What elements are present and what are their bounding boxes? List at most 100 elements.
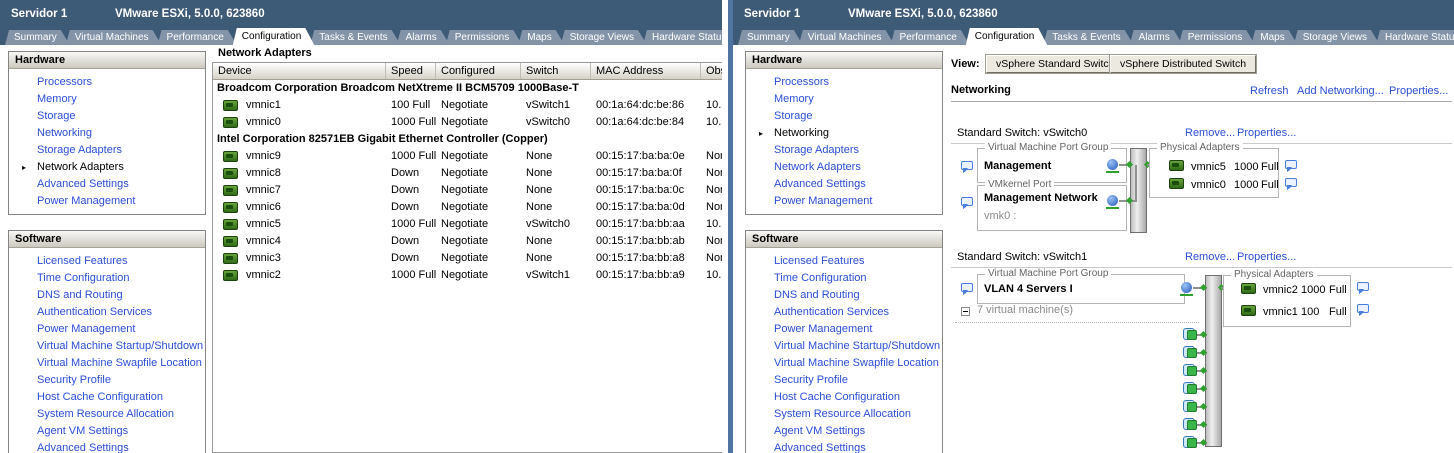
sidebar-item-power-management-sw[interactable]: Power Management <box>746 321 942 338</box>
refresh-link[interactable]: Refresh <box>1250 85 1289 97</box>
col-observed[interactable]: Observ... <box>701 63 722 79</box>
note-bubble-icon[interactable] <box>1285 160 1297 172</box>
properties-link[interactable]: Properties... <box>1389 85 1448 97</box>
sidebar-item-network-adapters[interactable]: Network Adapters <box>746 159 942 176</box>
tab-virtual-machines[interactable]: Virtual Machines <box>66 30 162 45</box>
sidebar-item-storage[interactable]: Storage <box>746 108 942 125</box>
col-device[interactable]: Device <box>213 63 386 79</box>
sidebar-item-advanced-settings-sw[interactable]: Advanced Settings <box>746 440 942 453</box>
sidebar-item-licensed-features[interactable]: Licensed Features <box>9 253 205 270</box>
sidebar-item-storage[interactable]: Storage <box>9 108 205 125</box>
sidebar-item-network-adapters[interactable]: ▸ Network Adapters <box>9 159 205 176</box>
tab-summary[interactable]: Summary <box>738 30 803 45</box>
port-group-name[interactable]: VLAN 4 Servers I <box>984 283 1073 295</box>
sidebar-item-memory[interactable]: Memory <box>9 91 205 108</box>
tab-performance[interactable]: Performance <box>891 30 970 45</box>
tab-configuration[interactable]: Configuration <box>966 28 1047 45</box>
sidebar-item-power-management-sw[interactable]: Power Management <box>9 321 205 338</box>
sidebar-item-dns-and-routing[interactable]: DNS and Routing <box>746 287 942 304</box>
port-group-name[interactable]: Management <box>984 160 1051 172</box>
sidebar-item-advanced-settings-sw[interactable]: Advanced Settings <box>9 440 205 453</box>
sidebar-item-system-resource-allocation[interactable]: System Resource Allocation <box>9 406 205 423</box>
tab-storage-views[interactable]: Storage Views <box>1294 30 1380 45</box>
note-bubble-icon[interactable] <box>1357 282 1369 294</box>
virtual-machine-icon[interactable] <box>1183 418 1197 430</box>
sidebar-item-security-profile[interactable]: Security Profile <box>9 372 205 389</box>
table-row[interactable]: vmnic7 Down Negotiate None 00:15:17:ba:b… <box>213 182 722 199</box>
tab-alarms[interactable]: Alarms <box>1130 30 1183 45</box>
tab-virtual-machines[interactable]: Virtual Machines <box>799 30 895 45</box>
tab-maps[interactable]: Maps <box>1251 30 1297 45</box>
virtual-machine-icon[interactable] <box>1183 400 1197 412</box>
tab-hardware-status[interactable]: Hardware Status <box>1376 30 1454 45</box>
sidebar-item-authentication-services[interactable]: Authentication Services <box>9 304 205 321</box>
sidebar-item-power-management[interactable]: Power Management <box>746 193 942 210</box>
table-row[interactable]: vmnic1 100 Full Negotiate vSwitch1 00:1a… <box>213 97 722 114</box>
sidebar-item-time-configuration[interactable]: Time Configuration <box>9 270 205 287</box>
col-mac[interactable]: MAC Address <box>591 63 701 79</box>
sidebar-item-vm-swapfile-location[interactable]: Virtual Machine Swapfile Location <box>746 355 942 372</box>
sidebar-item-networking[interactable]: Networking <box>9 125 205 142</box>
sidebar-item-agent-vm-settings[interactable]: Agent VM Settings <box>9 423 205 440</box>
adapter-name[interactable]: vmnic2 <box>1263 284 1298 296</box>
tab-hardware-status[interactable]: Hardware Status <box>643 30 722 45</box>
adapter-name[interactable]: vmnic1 <box>1263 306 1298 318</box>
tab-storage-views[interactable]: Storage Views <box>561 30 647 45</box>
virtual-machine-icon[interactable] <box>1183 346 1197 358</box>
tab-maps[interactable]: Maps <box>518 30 564 45</box>
sidebar-item-agent-vm-settings[interactable]: Agent VM Settings <box>746 423 942 440</box>
tab-alarms[interactable]: Alarms <box>397 30 450 45</box>
collapse-vm-list-toggle[interactable] <box>961 307 970 316</box>
virtual-machine-icon[interactable] <box>1183 328 1197 340</box>
col-configured[interactable]: Configured <box>436 63 521 79</box>
sidebar-item-dns-and-routing[interactable]: DNS and Routing <box>9 287 205 304</box>
virtual-machine-icon[interactable] <box>1183 382 1197 394</box>
vswitch1-properties-link[interactable]: Properties... <box>1237 251 1296 263</box>
sidebar-item-advanced-settings[interactable]: Advanced Settings <box>746 176 942 193</box>
sidebar-item-vm-startup-shutdown[interactable]: Virtual Machine Startup/Shutdown <box>9 338 205 355</box>
tab-tasks-events[interactable]: Tasks & Events <box>1043 30 1133 45</box>
note-bubble-icon[interactable] <box>961 283 973 295</box>
sidebar-item-storage-adapters[interactable]: Storage Adapters <box>9 142 205 159</box>
sidebar-item-processors[interactable]: Processors <box>746 74 942 91</box>
tab-permissions[interactable]: Permissions <box>1179 30 1255 45</box>
col-switch[interactable]: Switch <box>521 63 591 79</box>
vswitch1-remove-link[interactable]: Remove... <box>1185 251 1235 263</box>
view-standard-switch-button[interactable]: vSphere Standard Switch <box>986 55 1125 73</box>
adapter-name[interactable]: vmnic0 <box>1191 179 1226 191</box>
sidebar-item-security-profile[interactable]: Security Profile <box>746 372 942 389</box>
sidebar-item-memory[interactable]: Memory <box>746 91 942 108</box>
note-bubble-icon[interactable] <box>961 197 973 209</box>
tab-permissions[interactable]: Permissions <box>446 30 522 45</box>
adapter-name[interactable]: vmnic5 <box>1191 161 1226 173</box>
vswitch0-properties-link[interactable]: Properties... <box>1237 127 1296 139</box>
sidebar-item-power-management[interactable]: Power Management <box>9 193 205 210</box>
sidebar-item-authentication-services[interactable]: Authentication Services <box>746 304 942 321</box>
sidebar-item-licensed-features[interactable]: Licensed Features <box>746 253 942 270</box>
sidebar-item-networking[interactable]: ▸ Networking <box>746 125 942 142</box>
view-distributed-switch-button[interactable]: vSphere Distributed Switch <box>1110 55 1257 73</box>
sidebar-item-advanced-settings[interactable]: Advanced Settings <box>9 176 205 193</box>
vswitch0-remove-link[interactable]: Remove... <box>1185 127 1235 139</box>
sidebar-item-storage-adapters[interactable]: Storage Adapters <box>746 142 942 159</box>
table-row[interactable]: vmnic0 1000 Full Negotiate vSwitch0 00:1… <box>213 114 722 131</box>
sidebar-item-processors[interactable]: Processors <box>9 74 205 91</box>
table-row[interactable]: vmnic6 Down Negotiate None 00:15:17:ba:b… <box>213 199 722 216</box>
tab-performance[interactable]: Performance <box>158 30 237 45</box>
sidebar-item-host-cache-configuration[interactable]: Host Cache Configuration <box>746 389 942 406</box>
sidebar-item-host-cache-configuration[interactable]: Host Cache Configuration <box>9 389 205 406</box>
note-bubble-icon[interactable] <box>1357 304 1369 316</box>
sidebar-item-vm-swapfile-location[interactable]: Virtual Machine Swapfile Location <box>9 355 205 372</box>
sidebar-item-time-configuration[interactable]: Time Configuration <box>746 270 942 287</box>
note-bubble-icon[interactable] <box>961 161 973 173</box>
virtual-machine-icon[interactable] <box>1183 364 1197 376</box>
table-row[interactable]: vmnic3 Down Negotiate None 00:15:17:ba:b… <box>213 250 722 267</box>
sidebar-item-system-resource-allocation[interactable]: System Resource Allocation <box>746 406 942 423</box>
col-speed[interactable]: Speed <box>386 63 436 79</box>
note-bubble-icon[interactable] <box>1285 178 1297 190</box>
tab-configuration[interactable]: Configuration <box>233 28 314 45</box>
sidebar-item-vm-startup-shutdown[interactable]: Virtual Machine Startup/Shutdown <box>746 338 942 355</box>
table-row[interactable]: vmnic2 1000 Full Negotiate vSwitch1 00:1… <box>213 267 722 284</box>
vm-count[interactable]: 7 virtual machine(s) <box>977 304 1073 316</box>
vmkernel-name[interactable]: Management Network <box>984 192 1098 204</box>
